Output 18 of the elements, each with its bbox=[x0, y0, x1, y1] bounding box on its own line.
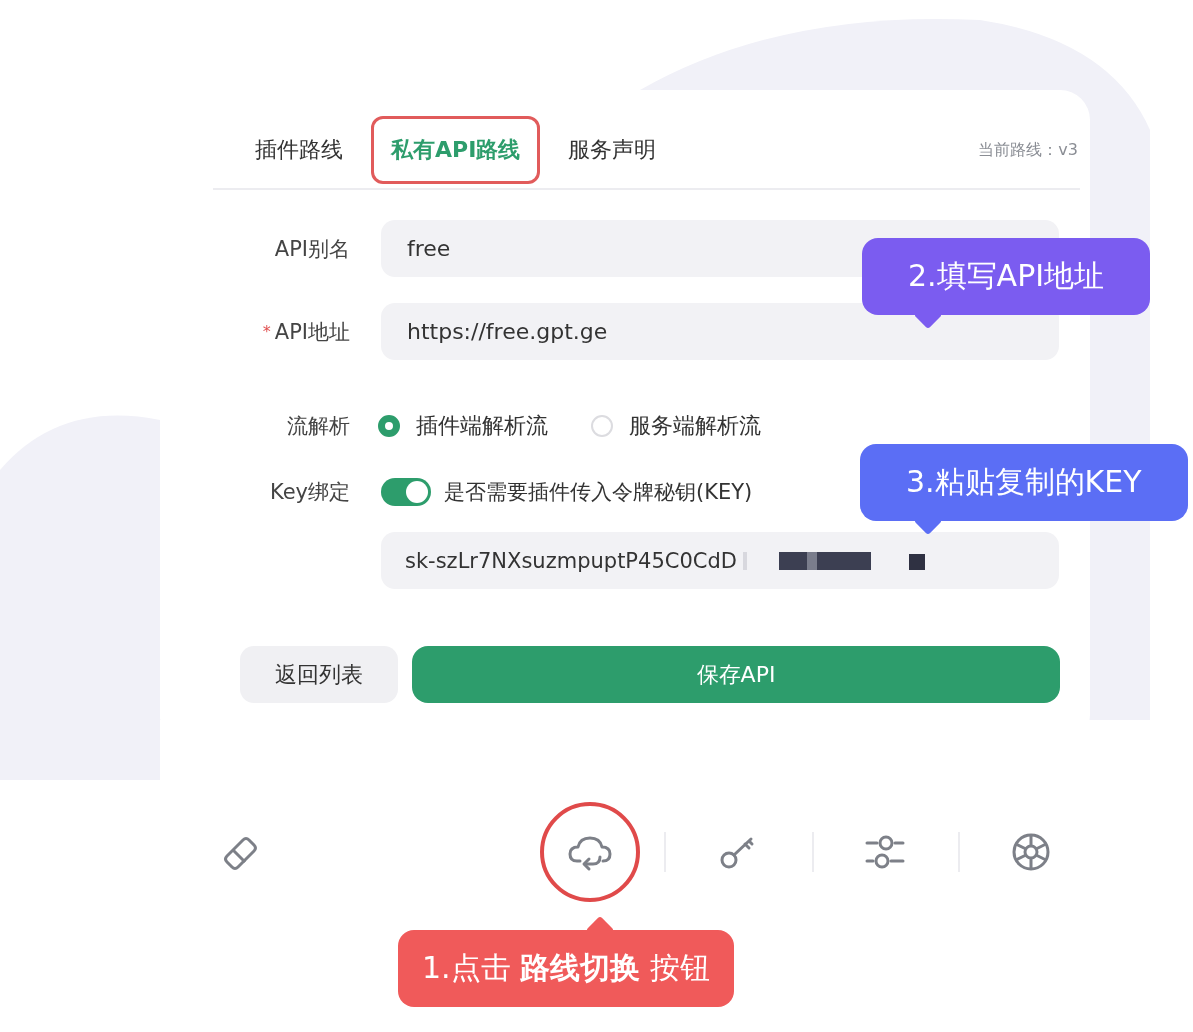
aperture-icon bbox=[1010, 831, 1052, 873]
toggle-description: 是否需要插件传入令牌秘钥(KEY) bbox=[444, 479, 753, 506]
cloud-sync-button[interactable] bbox=[540, 802, 640, 902]
radio-button[interactable] bbox=[378, 415, 400, 437]
current-route-label: 当前路线：v3 bbox=[978, 139, 1079, 161]
required-asterisk: * bbox=[262, 322, 271, 341]
field-label: API别名 bbox=[273, 235, 350, 263]
field-label: Key绑定 bbox=[268, 479, 350, 506]
input-field[interactable]: https://free.gpt.ge bbox=[381, 303, 1059, 360]
tab[interactable]: 插件路线 bbox=[235, 116, 363, 184]
radio-label[interactable]: 插件端解析流 bbox=[416, 411, 548, 441]
field-label: 流解析 bbox=[286, 413, 350, 440]
input-field[interactable]: sk-szLr7NXsuzmpuptP45C0CdD bbox=[381, 532, 1059, 589]
toggle-switch[interactable] bbox=[381, 478, 431, 506]
tab[interactable]: 服务声明 bbox=[548, 116, 677, 184]
radio-label[interactable]: 服务端解析流 bbox=[629, 411, 761, 441]
back-to-list-button[interactable]: 返回列表 bbox=[240, 646, 398, 703]
field-label: API地址 bbox=[274, 318, 350, 346]
